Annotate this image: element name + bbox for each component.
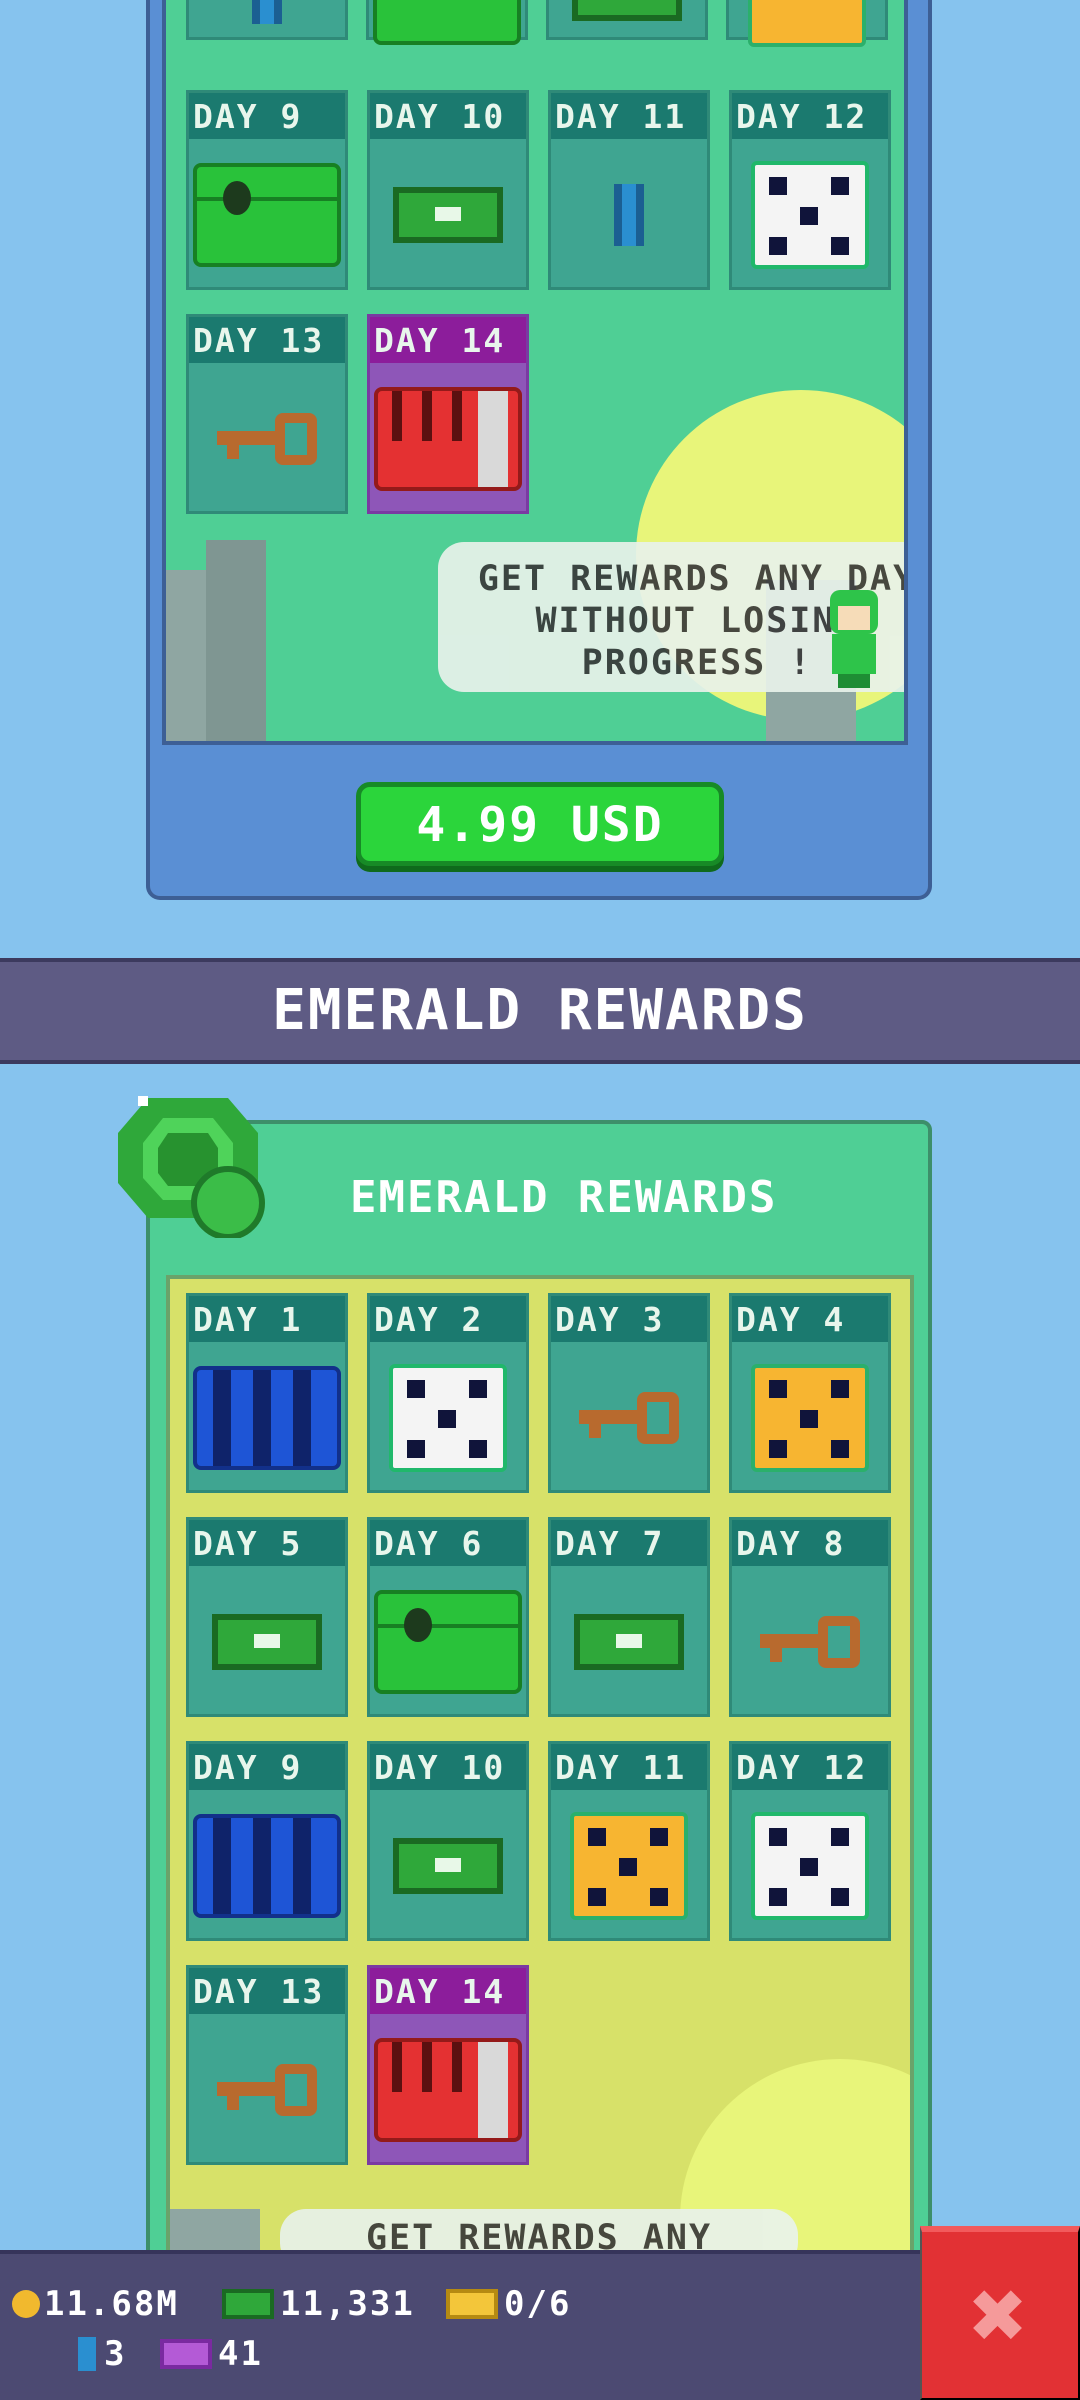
reward-tile-day-6: DAY 6 bbox=[367, 1517, 529, 1717]
blue-chest-icon bbox=[193, 1814, 341, 1918]
reward-tile-day-3: DAY 3 bbox=[548, 1293, 710, 1493]
reward-day-label: DAY 6 bbox=[370, 1520, 526, 1566]
reward-day-label: DAY 1 bbox=[189, 1296, 345, 1342]
reward-tile-day-9: DAY 9 bbox=[186, 1741, 348, 1941]
reward-day-label: DAY 4 bbox=[732, 1296, 888, 1342]
reward-day-label: DAY 10 bbox=[370, 93, 526, 139]
green-chest-icon bbox=[373, 0, 521, 45]
purple-ticket-icon bbox=[160, 2339, 212, 2369]
reward-tile-day-11: DAY 11 bbox=[548, 1741, 710, 1941]
white-dice-icon bbox=[751, 161, 869, 269]
close-x-icon: ✖ bbox=[970, 2259, 1030, 2371]
reward-day-label: DAY 12 bbox=[732, 93, 888, 139]
reward-tile-day-13: DAY 13 bbox=[186, 314, 348, 514]
reward-day-label: DAY 8 bbox=[732, 1520, 888, 1566]
reward-day-label: DAY 14 bbox=[370, 317, 526, 363]
reward-tile-day-5: DAY 5 bbox=[186, 1517, 348, 1717]
green-chest-icon bbox=[374, 1590, 522, 1694]
gold-dice-icon bbox=[751, 1364, 869, 1472]
reward-tile-day-13: DAY 13 bbox=[186, 1965, 348, 2165]
reward-day-label: DAY 9 bbox=[189, 1744, 345, 1790]
reward-day-label: DAY 14 bbox=[370, 1968, 526, 2014]
key-icon bbox=[760, 1616, 860, 1668]
reward-day-label: DAY 10 bbox=[370, 1744, 526, 1790]
reward-day-label: DAY 9 bbox=[189, 93, 345, 139]
reward-day-label: DAY 13 bbox=[189, 1968, 345, 2014]
coin-icon bbox=[12, 2290, 40, 2318]
reward-tile bbox=[366, 0, 528, 45]
cash-icon bbox=[393, 187, 503, 243]
reward-day-label: DAY 2 bbox=[370, 1296, 526, 1342]
white-dice-icon bbox=[751, 1812, 869, 1920]
reward-tile-day-8: DAY 8 bbox=[729, 1517, 891, 1717]
red-chest-icon bbox=[374, 2038, 522, 2142]
gold-dice-icon bbox=[570, 1812, 688, 1920]
reward-day-label: DAY 5 bbox=[189, 1520, 345, 1566]
reward-tile-day-14: DAY 14 bbox=[367, 314, 529, 514]
reward-tile-day-10: DAY 10 bbox=[367, 1741, 529, 1941]
coins-counter: 11.68M bbox=[12, 2284, 179, 2324]
passes-counter: 41 bbox=[160, 2334, 263, 2374]
reward-day-label: DAY 11 bbox=[551, 93, 707, 139]
emerald-gem-icon bbox=[118, 1088, 268, 1240]
cash-icon bbox=[222, 2289, 274, 2319]
gold-dice-icon bbox=[748, 0, 866, 47]
gem-icon bbox=[78, 2337, 96, 2371]
ticket-icon bbox=[446, 2289, 498, 2319]
reward-tile-day-12: DAY 12 bbox=[729, 1741, 891, 1941]
section-header: EMERALD REWARDS bbox=[0, 958, 1080, 1064]
cash-icon bbox=[574, 1614, 684, 1670]
reward-tile-day-2: DAY 2 bbox=[367, 1293, 529, 1493]
key-icon bbox=[579, 1392, 679, 1444]
reward-tile-day-11: DAY 11 bbox=[548, 90, 710, 290]
cash-icon bbox=[572, 0, 682, 21]
key-icon bbox=[217, 413, 317, 465]
gem-icon bbox=[252, 0, 282, 24]
reward-day-label: DAY 13 bbox=[189, 317, 345, 363]
reward-tile-day-4: DAY 4 bbox=[729, 1293, 891, 1493]
red-chest-icon bbox=[374, 387, 522, 491]
reward-tile-day-12: DAY 12 bbox=[729, 90, 891, 290]
cash-counter: 11,331 bbox=[222, 2284, 415, 2324]
reward-day-label: DAY 11 bbox=[551, 1744, 707, 1790]
gems-counter: 3 bbox=[78, 2334, 126, 2374]
reward-day-label: DAY 7 bbox=[551, 1520, 707, 1566]
reward-tile-day-14: DAY 14 bbox=[367, 1965, 529, 2165]
emerald-panel-title: EMERALD REWARDS bbox=[350, 1172, 778, 1223]
green-chest-icon bbox=[193, 163, 341, 267]
reward-day-label: DAY 12 bbox=[732, 1744, 888, 1790]
reward-tile bbox=[726, 0, 888, 47]
reward-tile bbox=[546, 0, 708, 40]
buy-price-button[interactable]: 4.99 USD bbox=[356, 782, 724, 866]
reward-day-label: DAY 3 bbox=[551, 1296, 707, 1342]
reward-tile-day-10: DAY 10 bbox=[367, 90, 529, 290]
tickets-counter: 0/6 bbox=[446, 2284, 571, 2324]
white-dice-icon bbox=[389, 1364, 507, 1472]
key-icon bbox=[217, 2064, 317, 2116]
gem-icon bbox=[614, 184, 644, 246]
reward-tile-day-9: DAY 9 bbox=[186, 90, 348, 290]
reward-tile-day-7: DAY 7 bbox=[548, 1517, 710, 1717]
frog-mascot bbox=[826, 590, 882, 690]
info-speech-bubble-partial: GET REWARDS ANY bbox=[280, 2209, 798, 2251]
reward-tile bbox=[186, 0, 348, 40]
blue-chest-icon bbox=[193, 1366, 341, 1470]
cash-icon bbox=[393, 1838, 503, 1894]
currency-hud: 11.68M 11,331 0/6 3 41 bbox=[0, 2250, 920, 2400]
cash-icon bbox=[212, 1614, 322, 1670]
close-button[interactable]: ✖ bbox=[920, 2226, 1080, 2400]
reward-tile-day-1: DAY 1 bbox=[186, 1293, 348, 1493]
